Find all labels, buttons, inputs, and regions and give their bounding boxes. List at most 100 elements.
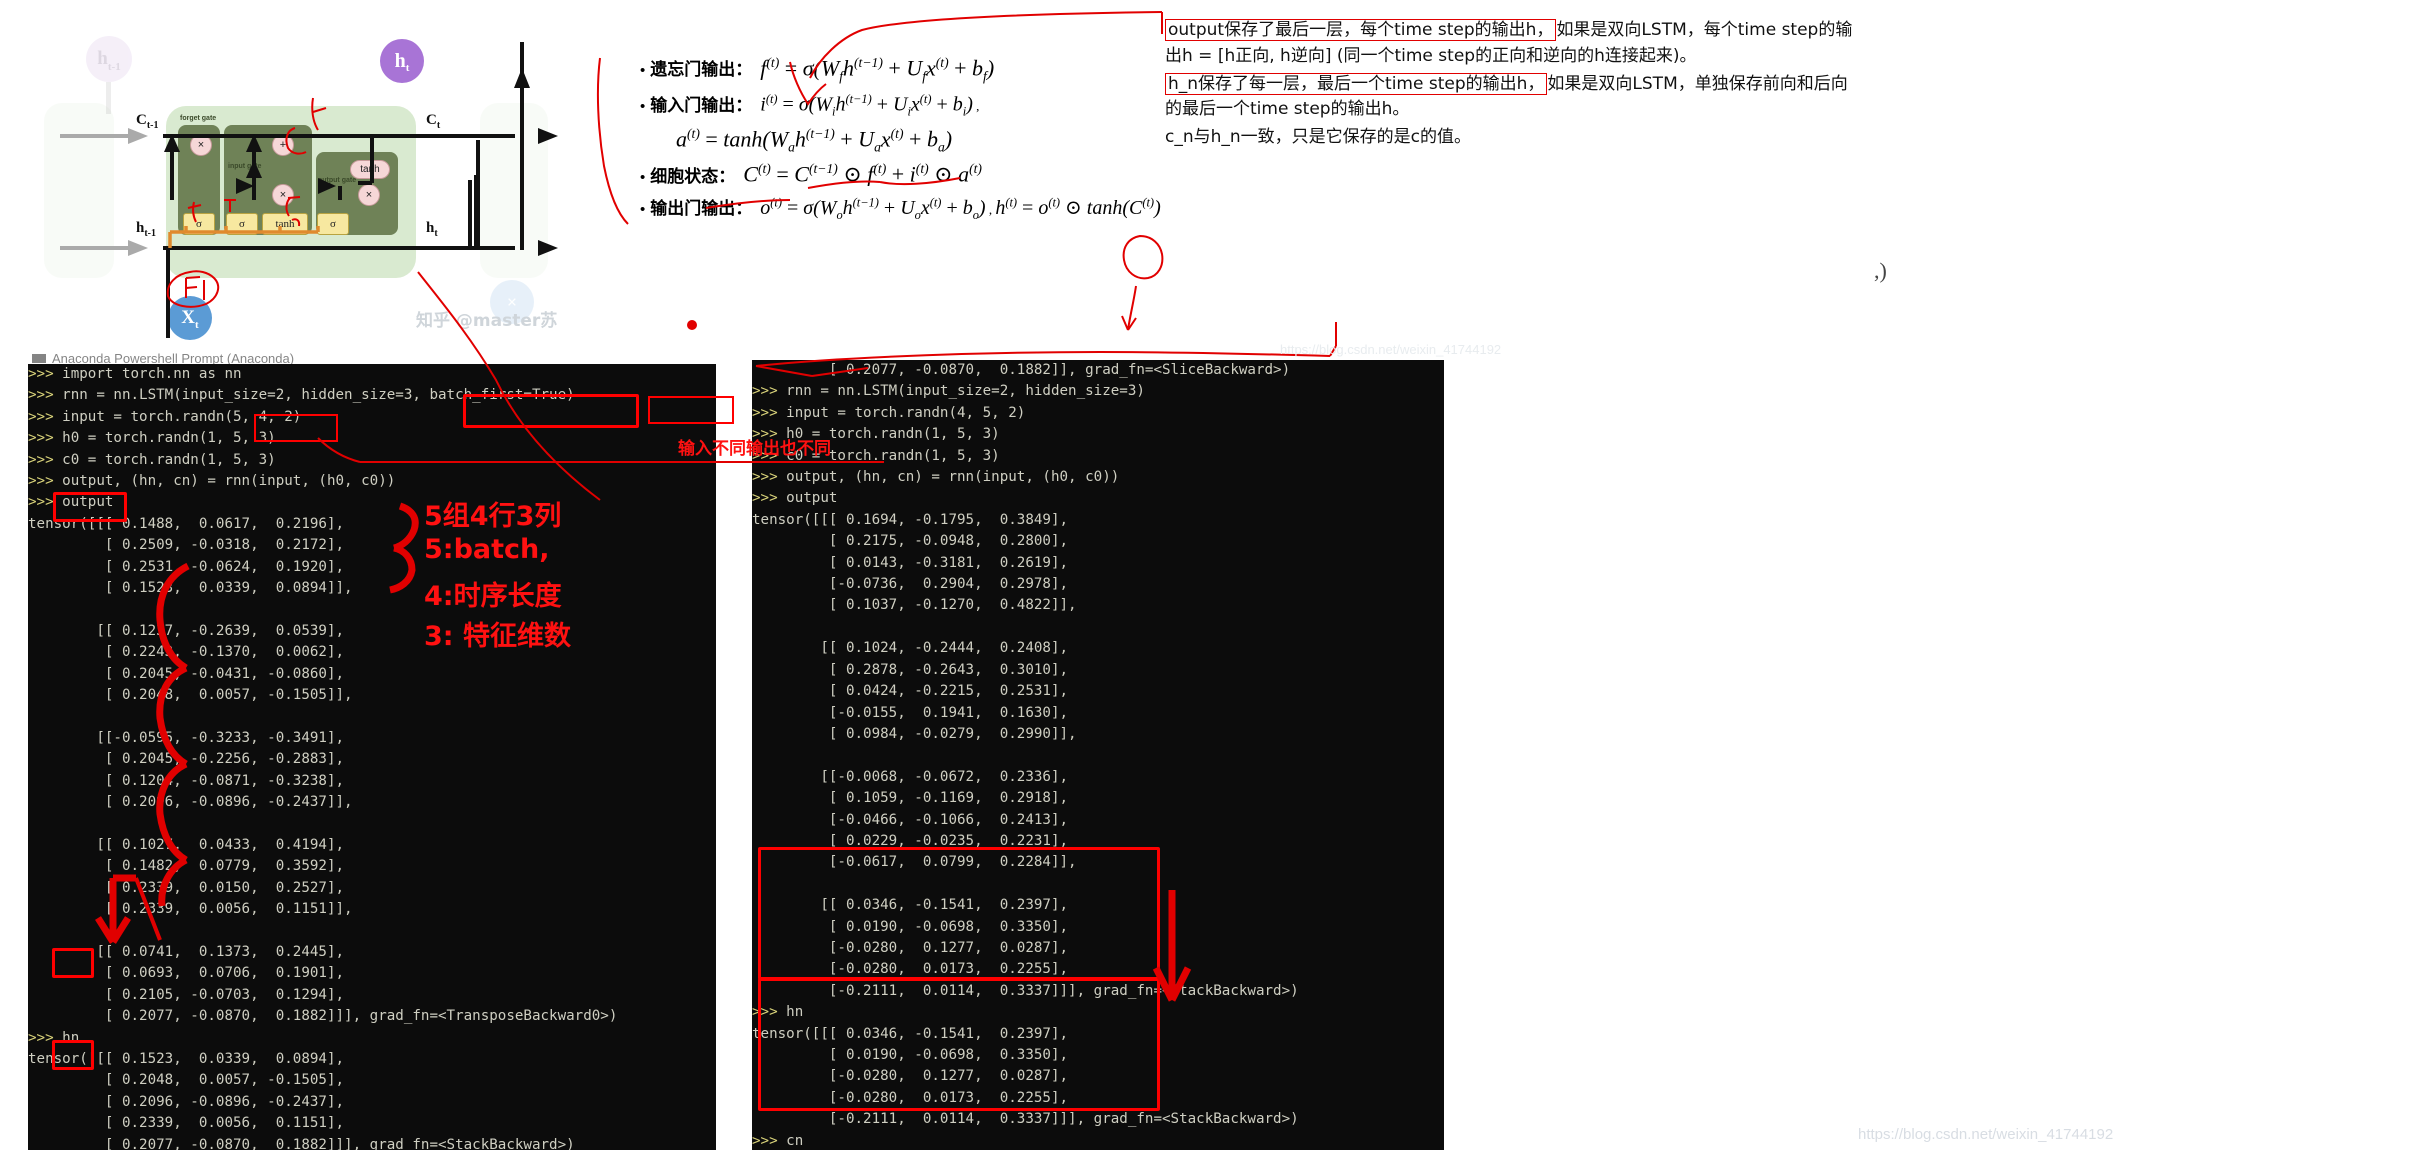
watermark-top-terminal: https://blog.csdn.net/weixin_41744192 (1280, 342, 1502, 357)
h-prev-label: ht-1 (136, 220, 156, 239)
terminal-line: [ 0.2339, 0.0056, 0.1151]], (28, 901, 353, 918)
c-next-sub: t (436, 120, 441, 131)
terminal-line: [[ 0.1237, -0.2639, 0.0539], (28, 622, 345, 639)
forget-gate-label: forget gate (180, 115, 217, 122)
c-next-text: C (426, 112, 437, 128)
terminal-line: [ 0.2048, 0.0057, -0.1505]], (28, 687, 353, 704)
terminal-line: [-0.0736, 0.2904, 0.2978], (752, 576, 1069, 593)
prompt-symbol: >>> (28, 473, 54, 490)
command-text: rnn = nn.LSTM(input_size=2, hidden_size=… (777, 383, 1145, 400)
prompt-symbol: >>> (28, 451, 54, 468)
prompt-symbol: >>> (752, 383, 778, 400)
terminal-line: [ 0.1037, -0.1270, 0.4822]], (752, 597, 1077, 614)
terminal-line: [ 0.2243, -0.1370, 0.0062], (28, 644, 345, 661)
c-next-label: Ct (426, 112, 440, 131)
annotation-dims-line3: 4:时序长度 (424, 581, 562, 612)
annotation-box-output-left (53, 492, 127, 522)
terminal-line: >>> h0 = torch.randn(1, 5, 3) (28, 428, 716, 449)
sigma-gate-forget: σ (183, 213, 215, 235)
terminal-line: [[-0.0068, -0.0672, 0.2336], (752, 768, 1069, 785)
terminal-line: [ 0.1523, 0.0339, 0.0894]], (28, 580, 353, 597)
terminal-line: [-0.2111, 0.0114, 0.3337]]], grad_fn=<St… (752, 1111, 1299, 1128)
prompt-symbol: >>> (752, 490, 778, 507)
h-prev-ghost-node: h t-1 (86, 36, 132, 82)
terminal-line: [ 0.2077, -0.0870, 0.1882]]], grad_fn=<S… (28, 1136, 575, 1150)
terminal-line: [ 0.2339, 0.0056, 0.1151], (28, 1115, 345, 1132)
terminal-line: [ 0.2878, -0.2643, 0.3010], (752, 661, 1069, 678)
red-dot-marker (687, 320, 697, 330)
command-text: h0 = torch.randn(1, 5, 3) (53, 430, 276, 447)
note-line-1: output保存了最后一层，每个time step的输出h， 如果是双向LSTM，… (1165, 18, 1925, 44)
terminal-line: [-0.0155, 0.1941, 0.1630], (752, 704, 1069, 721)
note-line-3: h_n保存了每一层，最后一个time step的输出h， 如果是双向LSTM，单独… (1165, 72, 1925, 98)
note-line-3-rest: 如果是双向LSTM，单独保存前向和后向 (1547, 73, 1848, 94)
h-prev-ghost-arrow (106, 82, 111, 114)
h-out-label: h (394, 49, 406, 72)
terminal-line: [ 0.2045, -0.0431, -0.0860], (28, 665, 345, 682)
multiply-op-input: × (272, 184, 294, 206)
c-prev-sub: t-1 (146, 120, 159, 131)
terminal-icon (32, 353, 46, 363)
prompt-symbol: >>> (28, 366, 54, 382)
terminal-line: tensor([[[ 0.1523, 0.0339, 0.0894], (28, 1051, 345, 1067)
h-prev-ghost-label: h (97, 48, 108, 69)
output-gate-formula: • 输出门输出： o(t) = σ(Woh(t−1) + Uox(t) + bo… (640, 194, 1340, 223)
sigma-gate-output: σ (317, 213, 349, 235)
command-text: output (777, 490, 838, 507)
multiply-op-output: × (358, 184, 380, 206)
terminal-line: [ 0.1059, -0.1169, 0.2918], (752, 790, 1069, 807)
command-text: input = torch.randn(4, 5, 2) (777, 404, 1026, 421)
terminal-line: >>> output (28, 492, 716, 513)
annotation-box-cn-left (52, 1040, 94, 1070)
terminal-line: >>> output (752, 488, 1444, 509)
output-gate-equation: o(t) = σ(Woh(t−1) + Uox(t) + bo) , h(t) … (760, 195, 1161, 222)
annotation-dims-line4: 3: 特征维数 (424, 621, 571, 652)
terminal-line: [-0.0466, -0.1066, 0.2413], (752, 811, 1069, 828)
annotation-box-batch-first (463, 394, 639, 428)
prompt-symbol: >>> (752, 1132, 778, 1149)
annotation-dims-line2: 5:batch, (424, 534, 550, 565)
lstm-cell-diagram: h t-1 × forget gate input gate output gat… (28, 8, 557, 348)
forget-gate-label-zh: 遗忘门输出： (650, 60, 753, 81)
x-in-node: Xt (168, 296, 212, 340)
prompt-symbol: >>> (28, 494, 54, 511)
terminal-line: [ 0.1482, 0.0779, 0.3592], (28, 858, 345, 875)
h-prev-sub: t-1 (144, 228, 157, 239)
terminal-line: [[-0.0595, -0.3233, -0.3491], (28, 729, 345, 746)
terminal-line: >>> c0 = torch.randn(1, 5, 3) (752, 446, 1444, 467)
terminal-line: >>> import torch.nn as nn (28, 364, 716, 385)
x-in-label: X (181, 307, 196, 328)
terminal-line: >>> c0 = torch.randn(1, 5, 3) (28, 450, 716, 471)
watermark-bottom-right: https://blog.csdn.net/weixin_41744192 (1858, 1126, 2114, 1143)
command-text: output, (hn, cn) = rnn(input, (h0, c0)) (53, 473, 396, 490)
cell-state-equation: C(t) = C(t−1) ⊙ f(t) + i(t) ⊙ a(t) (743, 161, 982, 187)
explanation-notes: output保存了最后一层，每个time step的输出h， 如果是双向LSTM，… (1165, 18, 1925, 151)
candidate-equation: a(t) = tanh(Wah(t−1) + Uax(t) + ba) (676, 125, 953, 155)
input-gate-label: input gate (228, 163, 262, 170)
prompt-symbol: >>> (28, 408, 54, 425)
terminal-line: >>> h0 = torch.randn(1, 5, 3) (752, 424, 1444, 445)
annotation-box-hn-left (52, 948, 94, 978)
note-line-1-rest: 如果是双向LSTM，每个time step的输 (1556, 20, 1853, 40)
anaconda-powershell-left[interactable]: >>> import torch.nn as nn >>> rnn = nn.LS… (28, 364, 716, 1150)
terminal-line: [ 0.2096, -0.0896, -0.2437]], (28, 794, 353, 811)
h-next-label: ht (426, 220, 438, 239)
terminal-line: [ 0.2045, -0.2256, -0.2883], (28, 751, 345, 768)
note-line-4: 的最后一个time step的输出h。 (1165, 99, 1410, 120)
terminal-line: [ 0.1204, -0.0871, -0.3238], (28, 772, 345, 789)
prompt-symbol: >>> (28, 430, 54, 447)
tanh-op-cellstate: tanh (350, 160, 390, 179)
prompt-symbol: >>> (28, 387, 54, 404)
terminal-line: [ 0.2105, -0.0703, 0.1294], (28, 986, 345, 1003)
h-next-sub: t (434, 228, 438, 239)
terminal-line: [ 0.0143, -0.3181, 0.2619], (752, 554, 1069, 571)
terminal-line: [ 0.0424, -0.2215, 0.2531], (752, 683, 1069, 700)
note-line-1-boxed: output保存了最后一层，每个time step的输出h， (1165, 19, 1557, 41)
stray-paren-glyph: ,) (1874, 258, 1887, 283)
terminal-line: [[ 0.0741, 0.1373, 0.2445], (28, 943, 345, 960)
input-gate-equation: i(t) = σ(Wih(t−1) + Uix(t) + bi) , (760, 92, 980, 119)
prompt-symbol: >>> (28, 1029, 54, 1046)
